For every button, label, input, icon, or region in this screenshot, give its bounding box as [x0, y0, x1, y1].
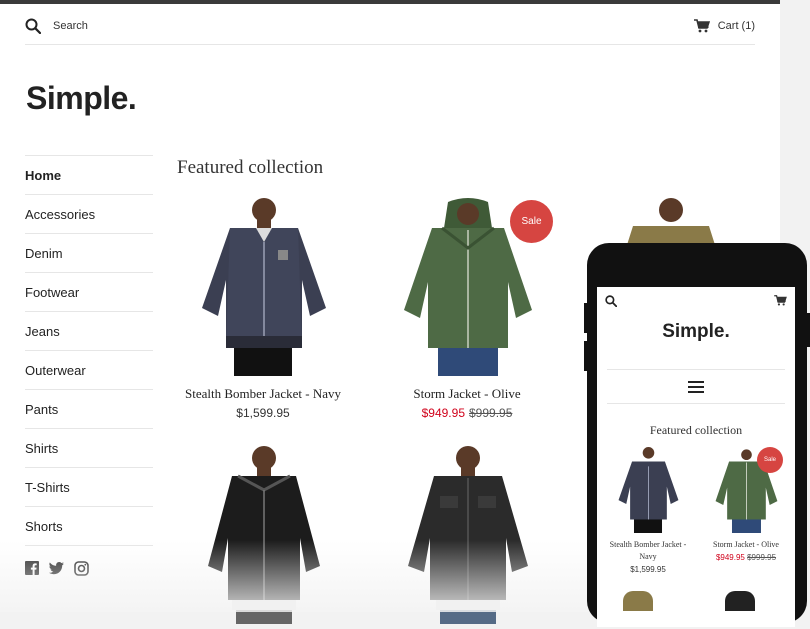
instagram-icon[interactable]	[74, 560, 89, 576]
product-name[interactable]: Stealth Bomber Jacket - Navy	[603, 539, 693, 563]
sidebar-item-t-shirts[interactable]: T-Shirts	[25, 467, 153, 506]
product-name[interactable]: Storm Jacket - Olive	[701, 539, 791, 551]
twitter-icon[interactable]	[49, 561, 64, 575]
sale-price: $949.95	[421, 406, 465, 420]
product-image[interactable]: Sale	[382, 198, 553, 376]
product-image-peek	[725, 591, 755, 611]
product-card[interactable]	[382, 446, 552, 624]
product-price: $949.95 $999.95	[382, 406, 552, 420]
facebook-icon[interactable]	[25, 561, 39, 575]
sidebar-item-outerwear[interactable]: Outerwear	[25, 350, 153, 389]
search-link[interactable]: Search	[25, 14, 88, 38]
social-links	[25, 545, 153, 590]
site-header: Search Cart (1)	[25, 14, 755, 45]
search-icon	[25, 18, 41, 34]
search-icon[interactable]	[605, 295, 617, 307]
cart-link[interactable]: Cart (1)	[693, 14, 755, 38]
sidebar-item-pants[interactable]: Pants	[25, 389, 153, 428]
product-card[interactable]	[178, 446, 348, 624]
sidebar-item-denim[interactable]: Denim	[25, 233, 153, 272]
power-button	[805, 313, 810, 347]
sidebar-item-jeans[interactable]: Jeans	[25, 311, 153, 350]
sale-price: $949.95	[715, 553, 745, 562]
sidebar-item-home[interactable]: Home	[25, 155, 153, 194]
mobile-device-frame: Simple. Featured collection Stealth Bomb…	[584, 243, 810, 627]
search-label: Search	[53, 20, 88, 32]
product-card[interactable]: Sale Storm Jacket - Olive $949.95 $999.95	[382, 198, 553, 420]
cart-icon[interactable]	[774, 295, 787, 306]
product-price: $949.95 $999.95	[701, 553, 791, 562]
product-image[interactable]	[603, 447, 693, 533]
mobile-screen: Simple. Featured collection Stealth Bomb…	[597, 287, 795, 627]
cart-label: Cart (1)	[717, 20, 755, 32]
featured-collection-title: Featured collection	[177, 157, 324, 178]
divider	[607, 403, 785, 404]
product-image[interactable]	[382, 446, 552, 624]
cart-icon	[693, 19, 710, 33]
side-button	[584, 341, 589, 371]
product-card[interactable]: Stealth Bomber Jacket - Navy $1,599.95	[178, 198, 348, 420]
sidebar-item-footwear[interactable]: Footwear	[25, 272, 153, 311]
product-image[interactable]	[178, 198, 348, 376]
mobile-featured-title: Featured collection	[649, 423, 743, 437]
sidebar-item-shorts[interactable]: Shorts	[25, 506, 153, 545]
top-accent-bar	[0, 0, 780, 4]
mobile-product-card[interactable]: Sale Storm Jacket - Olive $949.95 $999.9…	[701, 447, 791, 562]
mobile-product-card[interactable]: Stealth Bomber Jacket - Navy $1,599.95	[603, 447, 693, 574]
brand-logo[interactable]: Simple.	[26, 80, 137, 117]
product-price: $1,599.95	[236, 406, 290, 420]
sidebar-item-shirts[interactable]: Shirts	[25, 428, 153, 467]
product-image-peek	[623, 591, 653, 611]
hamburger-menu-icon[interactable]	[688, 381, 704, 393]
product-name[interactable]: Stealth Bomber Jacket - Navy	[178, 386, 348, 402]
compare-price: $999.95	[469, 406, 513, 420]
side-button	[584, 303, 589, 333]
sidebar-nav: Home Accessories Denim Footwear Jeans Ou…	[25, 155, 153, 590]
product-price: $1,599.95	[630, 565, 666, 574]
product-name[interactable]: Storm Jacket - Olive	[382, 386, 552, 402]
divider	[607, 369, 785, 370]
sidebar-item-accessories[interactable]: Accessories	[25, 194, 153, 233]
product-image[interactable]	[178, 446, 348, 624]
product-image[interactable]: Sale	[701, 447, 791, 533]
compare-price: $999.95	[747, 553, 777, 562]
mobile-brand-logo[interactable]: Simple.	[597, 321, 795, 343]
sale-badge: Sale	[510, 200, 553, 243]
sale-badge: Sale	[757, 447, 783, 473]
